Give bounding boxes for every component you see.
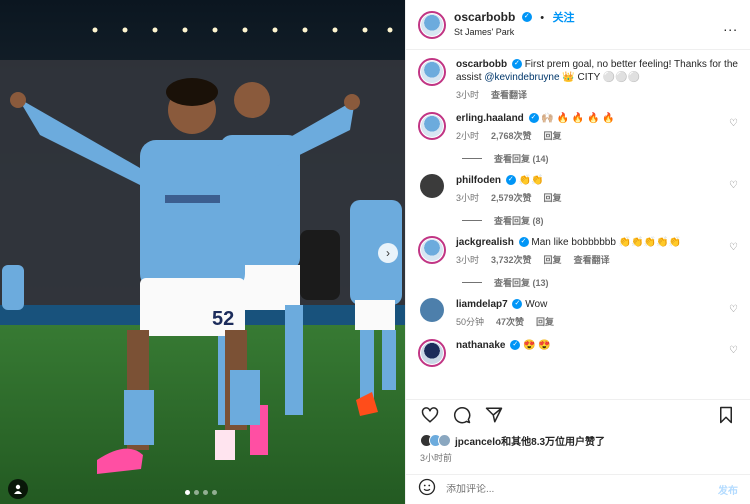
- commenter-avatar[interactable]: [420, 298, 444, 322]
- reply-button[interactable]: 回复: [544, 192, 562, 205]
- carousel-dot: [194, 490, 199, 495]
- comment-username[interactable]: liamdelap7: [456, 299, 508, 310]
- send-icon: [485, 407, 503, 422]
- separator: •: [540, 12, 545, 24]
- comment: jackgrealish ✓ Man like bobbbbbb 👏👏👏👏👏 3…: [418, 236, 738, 267]
- post-time: 3小时前: [420, 453, 453, 463]
- likes-text: jpcancelo和其他8.3万位用户赞了: [455, 437, 606, 448]
- tagged-users-button[interactable]: [8, 479, 28, 499]
- reply-button[interactable]: 回复: [544, 130, 562, 143]
- mention-link[interactable]: @kevindebruyne: [484, 72, 559, 83]
- caption-username[interactable]: oscarbobb: [456, 59, 507, 70]
- verified-badge-icon: ✓: [512, 299, 523, 310]
- post-details-panel: oscarbobb ✓ • 关注 St James' Park ... osca…: [405, 0, 750, 504]
- chevron-right-icon: ›: [386, 246, 390, 260]
- commenter-avatar[interactable]: [418, 112, 446, 140]
- comment-username[interactable]: erling.haaland: [456, 113, 524, 124]
- comment-time: 2小时: [456, 131, 480, 141]
- view-replies-label: 查看回复 (13): [494, 278, 549, 288]
- verified-badge-icon: ✓: [505, 175, 516, 186]
- comment-username[interactable]: nathanake: [456, 340, 505, 351]
- like-comment-heart-icon[interactable]: ♡: [729, 242, 738, 253]
- comment-button[interactable]: [450, 403, 474, 427]
- comment-text: 🙌🏼 🔥 🔥 🔥 🔥: [541, 113, 615, 124]
- comment: philfoden ✓ 👏👏 3小时 2,579次赞 回复 ♡: [418, 174, 738, 205]
- liker-avatar: [438, 434, 451, 447]
- svg-text:52: 52: [212, 308, 234, 330]
- carousel-dot: [185, 490, 190, 495]
- user-icon: [14, 484, 22, 494]
- commenter-avatar[interactable]: [420, 174, 444, 198]
- caption-time: 3小时: [456, 90, 480, 100]
- caption: oscarbobb ✓ First prem goal, no better f…: [418, 58, 738, 102]
- post-actions-bar: [406, 399, 750, 429]
- carousel-dot: [203, 490, 208, 495]
- share-button[interactable]: [482, 403, 506, 427]
- add-comment-bar: 发布: [406, 474, 750, 504]
- more-options-icon[interactable]: ...: [723, 18, 738, 34]
- post-comment-button[interactable]: 发布: [718, 482, 738, 497]
- location-link[interactable]: St James' Park: [454, 25, 575, 39]
- verified-badge-icon: ✓: [510, 340, 521, 351]
- author-avatar[interactable]: [418, 58, 446, 86]
- view-replies-button[interactable]: 查看回复 (8): [462, 214, 738, 227]
- verified-badge-icon: ✓: [521, 11, 532, 22]
- see-translation-button[interactable]: 查看翻译: [491, 89, 527, 102]
- like-comment-heart-icon[interactable]: ♡: [729, 118, 738, 129]
- comment: liamdelap7 ✓ Wow 50分钟 47次赞 回复 ♡: [418, 298, 738, 329]
- comment-time: 3小时: [456, 193, 480, 203]
- comment: erling.haaland ✓ 🙌🏼 🔥 🔥 🔥 🔥 2小时 2,768次赞 …: [418, 112, 738, 143]
- comment-time: 3小时: [456, 255, 480, 265]
- like-button[interactable]: [418, 403, 442, 427]
- next-photo-button[interactable]: ›: [378, 243, 398, 263]
- verified-badge-icon: ✓: [511, 59, 522, 70]
- celebration-image: 52: [0, 0, 405, 504]
- comment-likes[interactable]: 47次赞: [496, 316, 524, 329]
- comment-username[interactable]: philfoden: [456, 175, 501, 186]
- likes-summary[interactable]: jpcancelo和其他8.3万位用户赞了: [420, 433, 605, 448]
- author-username[interactable]: oscarbobb: [454, 10, 515, 24]
- comment-likes[interactable]: 2,768次赞: [491, 130, 532, 143]
- view-replies-label: 查看回复 (14): [494, 154, 549, 164]
- view-replies-label: 查看回复 (8): [494, 216, 544, 226]
- like-comment-heart-icon[interactable]: ♡: [729, 345, 738, 356]
- view-replies-button[interactable]: 查看回复 (13): [462, 276, 738, 289]
- comment-text: 👏👏: [518, 175, 544, 186]
- reply-button[interactable]: 回复: [544, 254, 562, 267]
- like-comment-heart-icon[interactable]: ♡: [729, 180, 738, 191]
- verified-badge-icon: ✓: [518, 237, 529, 248]
- caption-text-end: 👑 CITY ⚪⚪⚪: [559, 72, 641, 83]
- comment: nathanake ✓ 😍 😍 ♡: [418, 339, 738, 367]
- heart-icon: [421, 406, 439, 423]
- comment-text: Man like bobbbbbb 👏👏👏👏👏: [531, 237, 681, 248]
- like-comment-heart-icon[interactable]: ♡: [729, 304, 738, 315]
- author-avatar[interactable]: [418, 10, 446, 39]
- commenter-avatar[interactable]: [418, 339, 446, 367]
- comments-list[interactable]: oscarbobb ✓ First prem goal, no better f…: [406, 50, 750, 395]
- comment-text: 😍 😍: [523, 340, 551, 351]
- bookmark-icon: [720, 406, 732, 423]
- comment-text: Wow: [525, 299, 548, 310]
- carousel-dot: [212, 490, 217, 495]
- carousel-indicator: [185, 490, 217, 495]
- follow-button[interactable]: 关注: [553, 12, 575, 24]
- emoji-icon[interactable]: [418, 478, 436, 501]
- comment-username[interactable]: jackgrealish: [456, 237, 514, 248]
- see-translation-button[interactable]: 查看翻译: [574, 254, 610, 267]
- comment-input[interactable]: [446, 484, 718, 495]
- comment-likes[interactable]: 2,579次赞: [491, 192, 532, 205]
- reply-button[interactable]: 回复: [536, 316, 554, 329]
- commenter-avatar[interactable]: [418, 236, 446, 264]
- post-photo[interactable]: 52 ›: [0, 0, 405, 504]
- verified-badge-icon: ✓: [528, 113, 539, 124]
- view-replies-button[interactable]: 查看回复 (14): [462, 152, 738, 165]
- save-button[interactable]: [714, 403, 738, 427]
- comment-likes[interactable]: 3,732次赞: [491, 254, 532, 267]
- comment-time: 50分钟: [456, 317, 485, 327]
- comment-icon: [454, 406, 471, 423]
- post-header: oscarbobb ✓ • 关注 St James' Park ...: [406, 0, 750, 50]
